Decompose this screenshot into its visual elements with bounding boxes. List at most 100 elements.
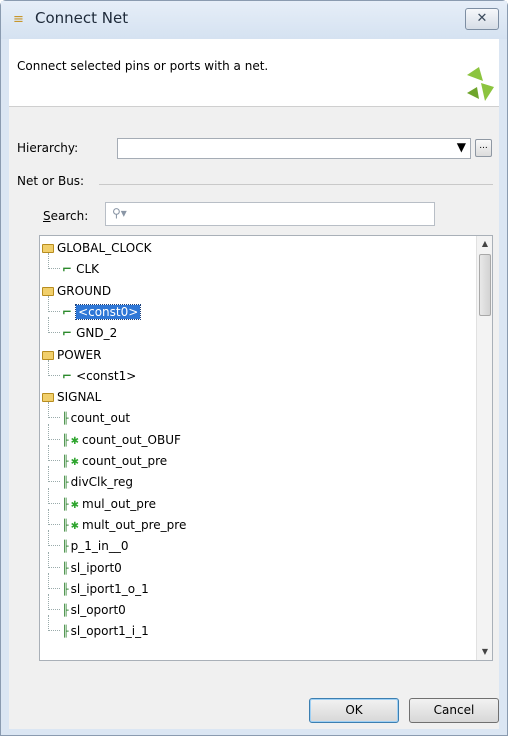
bus-icon: ╟ [62,433,69,447]
star-icon: ✱ [70,435,80,447]
tree-item[interactable]: ╟ ✱ count_out_OBUF [48,423,181,450]
bus-icon: ╟ [62,497,69,511]
tree-item-label: count_out_pre [82,454,168,468]
dialog-content: Connect selected pins or ports with a ne… [9,39,499,729]
search-icon[interactable]: ⚲▾ [112,206,127,220]
tree-item[interactable]: ⌐ GND_2 [48,317,118,343]
net-or-bus-label: Net or Bus: [17,174,85,188]
tree-item[interactable]: ╟ ✱ count_out_pre [48,445,168,471]
separator [99,184,493,185]
tree-item[interactable]: ⌐ <const0> [48,295,142,322]
tree-item[interactable]: ╟ sl_iport0 [48,551,122,578]
search-input[interactable]: ⚲▾ [105,202,435,226]
tree-item-label: CLK [76,262,99,277]
bus-icon: ╟ [62,455,69,468]
scroll-down-icon[interactable]: ▼ [477,644,492,660]
tree-connector [48,487,60,504]
header-band: Connect selected pins or ports with a ne… [9,39,499,107]
tree-connector [48,317,60,334]
bus-icon: ╟ [62,540,69,554]
tree-item-label: SIGNAL [57,390,102,405]
tree-connector [48,423,60,440]
tree-item[interactable]: ╟ divClk_reg [48,466,134,492]
tree-item-label: POWER [57,347,102,362]
tree-item-label: count_out_OBUF [82,432,181,447]
tree-item-label: sl_iport0 [70,560,122,575]
folder-icon [42,350,54,360]
net-icon: ⌐ [62,304,73,319]
tree-item[interactable]: ╟ ✱ mult_out_pre_pre [48,508,187,535]
scrollbar-thumb[interactable] [479,254,491,316]
tree-item-label: sl_iport1_o_1 [70,581,149,596]
bus-icon: ╟ [62,412,69,426]
tree-item[interactable]: ╟ p_1_in__0 [48,530,129,556]
tree-connector [48,508,60,525]
folder-icon [42,393,54,403]
net-tree[interactable]: GLOBAL_CLOCK ⌐ CLK GROUND ⌐ <const0> ⌐ GND_2 POW… [39,235,493,661]
star-icon: ✱ [70,457,80,468]
bus-icon: ╟ [62,582,69,596]
dialog-title: Connect Net [35,9,129,27]
close-icon: ✕ [476,11,488,26]
tree-item-label: GND_2 [76,326,118,341]
tree-connector [48,253,60,270]
connect-net-dialog: ≡ Connect Net ✕ Connect selected pins or… [0,0,508,736]
close-button[interactable]: ✕ [465,8,499,30]
tree-connector [48,530,60,547]
tree-item-label: <const0> [75,303,142,320]
tree-item[interactable]: ╟ sl_oport1_i_1 [48,615,149,641]
tree-item-label: GLOBAL_CLOCK [57,241,152,255]
cancel-button[interactable]: Cancel [409,698,499,723]
tree-item-label: sl_oport1_i_1 [70,624,149,639]
tree-connector [48,594,60,611]
hierarchy-browse-button[interactable]: ... [475,139,492,157]
tree-item[interactable]: ╟ sl_iport1_o_1 [48,572,149,599]
tree-connector [48,551,60,568]
tree-item-label: count_out [70,411,131,426]
tree-item[interactable]: ⌐ <const1> [48,359,137,386]
bus-icon: ╟ [62,625,69,639]
star-icon: ✱ [70,520,80,532]
tree-item-label: <const1> [76,368,137,383]
bus-icon: ╟ [62,518,69,532]
tree-item-label: sl_oport0 [70,603,126,618]
scroll-up-icon[interactable]: ▲ [477,236,492,252]
folder-icon [42,286,54,296]
tree-item[interactable]: ╟ ✱ mul_out_pre [48,487,156,514]
tree-connector [48,466,60,483]
tree-item-label: p_1_in__0 [70,539,129,554]
star-icon: ✱ [70,499,80,511]
dropdown-arrow-icon[interactable]: ▼ [457,140,466,154]
hierarchy-label: Hierarchy: [17,141,79,155]
tree-item[interactable]: ⌐ CLK [48,253,99,279]
tree-item-label: divClk_reg [70,475,134,490]
title-bar[interactable]: ≡ Connect Net ✕ [1,1,507,39]
tree-connector [48,402,60,419]
hierarchy-combobox[interactable]: ▼ [117,138,471,159]
xilinx-logo-icon [467,67,494,101]
bus-icon: ╟ [62,476,69,490]
header-description: Connect selected pins or ports with a ne… [17,59,269,73]
tree-item[interactable]: ╟ count_out [48,402,131,428]
search-mnemonic: S [43,209,51,223]
search-label-text: earch: [50,209,89,223]
tree-item-label: GROUND [57,283,112,298]
tree-connector [48,295,60,312]
tree-item[interactable]: ╟ sl_oport0 [48,594,126,620]
ok-button[interactable]: OK [309,698,399,723]
dialog-icon: ≡ [13,12,24,27]
search-label: Search: [43,209,88,223]
net-icon: ⌐ [62,368,73,383]
tree-item-label: mul_out_pre [82,496,156,511]
bus-icon: ╟ [62,561,69,575]
tree-scrollbar[interactable]: ▲ ▼ [476,236,492,660]
net-icon: ⌐ [62,262,73,277]
tree-connector [48,359,60,376]
bus-icon: ╟ [62,604,69,618]
tree-connector [48,445,60,461]
tree-connector [48,572,60,589]
tree-item-label: mult_out_pre_pre [82,517,187,532]
tree-connector [48,615,60,632]
folder-icon [42,244,54,253]
net-icon: ⌐ [62,326,73,341]
